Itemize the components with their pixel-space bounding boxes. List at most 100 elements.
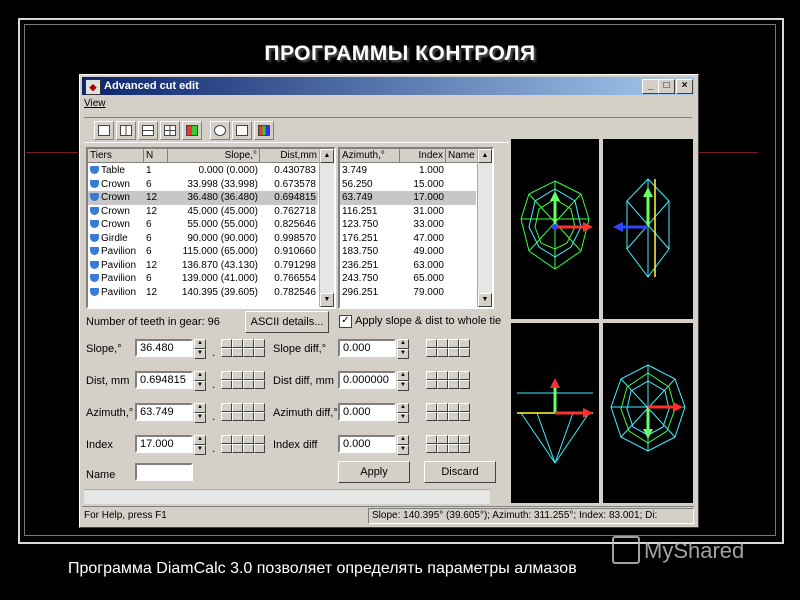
index-spinner[interactable]: ▲ ▼ bbox=[194, 435, 206, 455]
n-cell: 12 bbox=[146, 286, 158, 298]
apply-whole-tier-checkbox[interactable]: ✓ bbox=[339, 315, 352, 328]
minimize-button[interactable]: _ bbox=[642, 79, 659, 94]
azimuth-step-buttons[interactable] bbox=[221, 403, 265, 421]
scroll-down-icon[interactable]: ▼ bbox=[320, 293, 334, 307]
table-row[interactable]: Pavilion 12 140.395 (39.605) 0.782546 bbox=[88, 286, 318, 300]
azimuth-cell: 176.251 bbox=[342, 232, 379, 244]
azimuth-input[interactable]: 63.749 bbox=[135, 403, 193, 421]
tier-cell: Crown bbox=[90, 205, 130, 218]
azimuth-diff-spinner[interactable]: ▲ ▼ bbox=[397, 403, 409, 423]
table-row[interactable]: Table 1 0.000 (0.000) 0.430783 bbox=[88, 164, 318, 178]
table-row[interactable]: 236.251 63.000 bbox=[340, 259, 476, 273]
index-cell: 31.000 bbox=[413, 205, 444, 217]
ascii-details-button[interactable]: ASCII details... bbox=[245, 311, 329, 333]
view-split-horizontal-icon[interactable] bbox=[138, 121, 158, 140]
rotate-icon[interactable] bbox=[232, 121, 252, 140]
table-row[interactable]: 63.749 17.000 bbox=[340, 191, 476, 205]
tier-cell: Girdle bbox=[90, 232, 128, 245]
tier-cell: Crown bbox=[90, 178, 130, 191]
viewport-bottom-left[interactable] bbox=[511, 323, 599, 503]
scroll-up-icon[interactable]: ▲ bbox=[478, 149, 492, 163]
window-title: Advanced cut edit bbox=[104, 80, 199, 92]
dist-input[interactable]: 0.694815 bbox=[135, 371, 193, 389]
table-row[interactable]: Crown 6 55.000 (55.000) 0.825646 bbox=[88, 218, 318, 232]
apply-button[interactable]: Apply bbox=[338, 461, 410, 483]
table-row[interactable]: 116.251 31.000 bbox=[340, 205, 476, 219]
horizontal-scrollbar[interactable] bbox=[84, 489, 490, 504]
col-header-azimuth[interactable]: Azimuth,° bbox=[340, 149, 400, 163]
view-split-vertical-icon[interactable] bbox=[116, 121, 136, 140]
zoom-icon[interactable] bbox=[210, 121, 230, 140]
azimuth-diff-step-buttons[interactable] bbox=[426, 403, 470, 421]
col-header-slope[interactable]: Slope,° bbox=[168, 149, 260, 163]
table-row[interactable]: Girdle 6 90.000 (90.000) 0.998570 bbox=[88, 232, 318, 246]
viewport-top-right[interactable] bbox=[603, 139, 693, 319]
table-row[interactable]: 176.251 47.000 bbox=[340, 232, 476, 246]
table-row[interactable]: Crown 12 36.480 (36.480) 0.694815 bbox=[88, 191, 318, 205]
col-header-tiers[interactable]: Tiers bbox=[88, 149, 144, 163]
discard-button[interactable]: Discard bbox=[424, 461, 496, 483]
table-row[interactable]: 296.251 79.000 bbox=[340, 286, 476, 300]
azimuth-scrollbar[interactable]: ▲ ▼ bbox=[477, 149, 492, 307]
advanced-cut-edit-window: ◆ Advanced cut edit _ □ × View Tiers N S… bbox=[79, 74, 699, 528]
view-single-icon[interactable] bbox=[94, 121, 114, 140]
table-row[interactable]: Pavilion 6 115.000 (65.000) 0.910660 bbox=[88, 245, 318, 259]
decor-line-left bbox=[26, 152, 78, 153]
slope-input[interactable]: 36.480 bbox=[135, 339, 193, 357]
index-diff-input[interactable]: 0.000 bbox=[338, 435, 396, 453]
dist-diff-input[interactable]: 0.000000 bbox=[338, 371, 396, 389]
window-titlebar[interactable]: ◆ Advanced cut edit _ □ × bbox=[82, 77, 694, 95]
table-row[interactable]: 183.750 49.000 bbox=[340, 245, 476, 259]
tier-name: Pavilion bbox=[101, 273, 137, 284]
col-header-dist[interactable]: Dist,mm bbox=[260, 149, 320, 163]
table-row[interactable]: 243.750 65.000 bbox=[340, 272, 476, 286]
close-button[interactable]: × bbox=[676, 79, 693, 94]
dist-cell: 0.782546 bbox=[274, 286, 316, 298]
tiers-scrollbar[interactable]: ▲ ▼ bbox=[319, 149, 334, 307]
maximize-button[interactable]: □ bbox=[658, 79, 675, 94]
tiers-table[interactable]: Tiers N Slope,° Dist,mm Table 1 0.000 (0.0… bbox=[86, 147, 336, 309]
slope-diff-input[interactable]: 0.000 bbox=[338, 339, 396, 357]
name-input[interactable] bbox=[135, 463, 193, 481]
viewport-bottom-right[interactable] bbox=[603, 323, 693, 503]
dist-step-buttons[interactable] bbox=[221, 371, 265, 389]
table-row[interactable]: 56.250 15.000 bbox=[340, 178, 476, 192]
menu-view[interactable]: View bbox=[84, 98, 106, 109]
slope-diff-step-buttons[interactable] bbox=[426, 339, 470, 357]
table-row[interactable]: 123.750 33.000 bbox=[340, 218, 476, 232]
table-row[interactable]: Pavilion 6 139.000 (41.000) 0.766554 bbox=[88, 272, 318, 286]
slope-cell: 139.000 (41.000) bbox=[181, 273, 258, 284]
index-diff-step-buttons[interactable] bbox=[426, 435, 470, 453]
scroll-up-icon[interactable]: ▲ bbox=[320, 149, 334, 163]
azimuth-spinner[interactable]: ▲ ▼ bbox=[194, 403, 206, 423]
dist-cell: 0.673578 bbox=[274, 178, 316, 190]
color-mode-icon[interactable] bbox=[254, 121, 274, 140]
slope-step-buttons[interactable] bbox=[221, 339, 265, 357]
slope-spinner[interactable]: ▲ ▼ bbox=[194, 339, 206, 359]
azimuth-diff-input[interactable]: 0.000 bbox=[338, 403, 396, 421]
table-row[interactable]: 3.749 1.000 bbox=[340, 164, 476, 178]
view-quad-icon[interactable] bbox=[160, 121, 180, 140]
scroll-down-icon[interactable]: ▼ bbox=[478, 293, 492, 307]
table-row[interactable]: Pavilion 12 136.870 (43.130) 0.791298 bbox=[88, 259, 318, 273]
dist-spinner[interactable]: ▲ ▼ bbox=[194, 371, 206, 391]
table-row[interactable]: Crown 12 45.000 (45.000) 0.762718 bbox=[88, 205, 318, 219]
dist-diff-spinner[interactable]: ▲ ▼ bbox=[397, 371, 409, 391]
index-input[interactable]: 17.000 bbox=[135, 435, 193, 453]
index-step-buttons[interactable] bbox=[221, 435, 265, 453]
azimuth-table[interactable]: Azimuth,° Index Name 3.749 1.000 56.250 15.… bbox=[338, 147, 494, 309]
dist-diff-step-buttons[interactable] bbox=[426, 371, 470, 389]
azimuth-cell: 236.251 bbox=[342, 259, 379, 271]
view-color-quad-icon[interactable] bbox=[182, 121, 202, 140]
dist-cell: 0.430783 bbox=[274, 165, 316, 176]
slope-diff-spinner[interactable]: ▲ ▼ bbox=[397, 339, 409, 359]
index-cell: 1.000 bbox=[418, 165, 444, 176]
col-header-n[interactable]: N bbox=[144, 149, 168, 163]
table-row[interactable]: Crown 6 33.998 (33.998) 0.673578 bbox=[88, 178, 318, 192]
col-header-name[interactable]: Name bbox=[446, 149, 480, 163]
n-cell: 6 bbox=[146, 246, 152, 257]
viewport-top-left[interactable] bbox=[511, 139, 599, 319]
index-diff-spinner[interactable]: ▲ ▼ bbox=[397, 435, 409, 455]
col-header-index[interactable]: Index bbox=[400, 149, 446, 163]
slide-caption: Программа DiamCalc 3.0 позволяет определ… bbox=[68, 560, 577, 577]
